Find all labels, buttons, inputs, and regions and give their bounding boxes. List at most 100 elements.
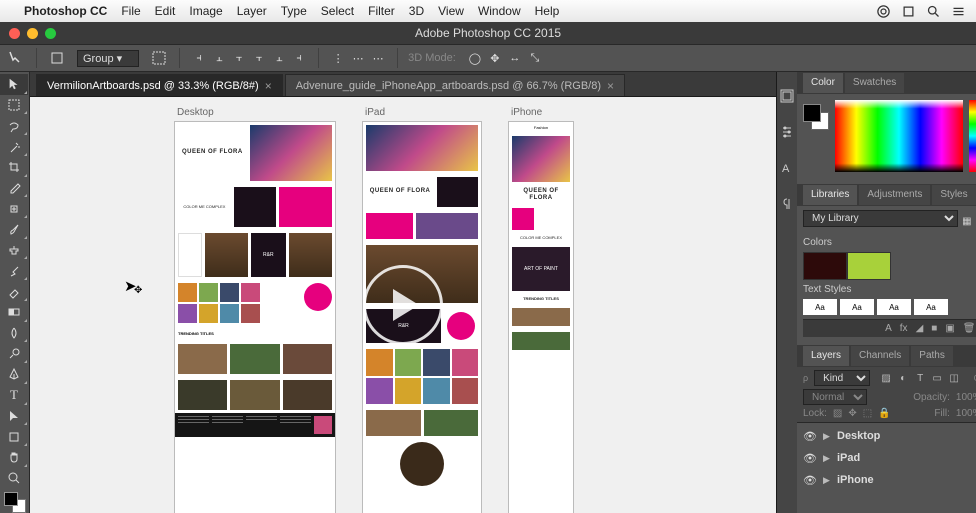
close-tab-icon[interactable]: × — [607, 79, 614, 93]
distribute-3-icon[interactable]: ⋯ — [369, 48, 387, 68]
align-v-center-icon[interactable]: ⫠ — [270, 48, 288, 68]
expand-icon[interactable]: ▶ — [823, 475, 831, 486]
menu-file[interactable]: File — [121, 4, 140, 18]
color-fg-bg-swatches[interactable] — [803, 104, 829, 130]
hand-tool[interactable] — [0, 447, 28, 468]
search-icon[interactable] — [926, 4, 941, 19]
layer-row-desktop[interactable]: 👁 ▶ Desktop — [797, 425, 976, 447]
doc-tab-0[interactable]: VermilionArtboards.psd @ 33.3% (RGB/8#)× — [36, 74, 283, 96]
shape-tool[interactable] — [0, 426, 28, 447]
artboard-iphone[interactable]: Fashion QUEEN OF FLORA COLOR ME COMPLEX … — [509, 122, 573, 513]
align-right-icon[interactable]: ⫟ — [230, 48, 248, 68]
history-brush-tool[interactable] — [0, 260, 28, 281]
align-top-icon[interactable]: ⫟ — [250, 48, 268, 68]
menu-help[interactable]: Help — [535, 4, 560, 18]
lasso-tool[interactable] — [0, 115, 28, 136]
history-panel-icon[interactable] — [777, 86, 797, 106]
artboard-tool-icon[interactable] — [47, 48, 67, 68]
menu-filter[interactable]: Filter — [368, 4, 395, 18]
opacity-value[interactable]: 100% — [956, 392, 976, 403]
text-style-0[interactable]: Aa — [803, 299, 837, 315]
app-menu[interactable]: Photoshop CC — [24, 4, 107, 18]
lock-artboard-icon[interactable]: ⬚ — [863, 408, 872, 419]
swatches-tab[interactable]: Swatches — [845, 73, 904, 93]
notif-icon[interactable] — [901, 4, 916, 19]
menu-type[interactable]: Type — [281, 4, 307, 18]
text-style-3[interactable]: Aa — [914, 299, 948, 315]
align-h-center-icon[interactable]: ⫠ — [210, 48, 228, 68]
zoom-tool[interactable] — [0, 468, 28, 489]
visibility-icon[interactable]: 👁 — [803, 430, 817, 443]
marquee-tool[interactable] — [0, 95, 28, 116]
lib-fx-icon[interactable]: fx — [900, 323, 908, 334]
menu-layer[interactable]: Layer — [237, 4, 267, 18]
menu-window[interactable]: Window — [478, 4, 521, 18]
menu-view[interactable]: View — [438, 4, 464, 18]
visibility-icon[interactable]: 👁 — [803, 452, 817, 465]
properties-panel-icon[interactable] — [777, 122, 797, 142]
color-tab[interactable]: Color — [803, 73, 843, 93]
eraser-tool[interactable] — [0, 281, 28, 302]
eyedropper-tool[interactable] — [0, 178, 28, 199]
hue-slider[interactable] — [969, 100, 976, 172]
stamp-tool[interactable] — [0, 240, 28, 261]
visibility-icon[interactable]: 👁 — [803, 474, 817, 487]
layer-select-mode[interactable]: Group ▾ — [77, 50, 139, 67]
character-panel-icon[interactable]: A — [777, 158, 797, 178]
menu-3d[interactable]: 3D — [409, 4, 424, 18]
orbit-icon[interactable]: ◯ — [466, 48, 484, 68]
grid-view-icon[interactable]: ▦ — [962, 216, 971, 227]
minimize-window-button[interactable] — [27, 28, 38, 39]
text-style-2[interactable]: Aa — [877, 299, 911, 315]
artboard-label[interactable]: iPad — [363, 107, 481, 118]
layer-row-ipad[interactable]: 👁 ▶ iPad — [797, 447, 976, 469]
lib-char-icon[interactable]: A — [885, 323, 892, 334]
layer-filter-kind[interactable]: Kind — [814, 370, 870, 386]
channels-tab[interactable]: Channels — [851, 346, 909, 366]
tool-preset-icon[interactable] — [6, 48, 26, 68]
lib-brush-icon[interactable]: ◢ — [916, 323, 924, 334]
blur-tool[interactable] — [0, 323, 28, 344]
filter-adjust-icon[interactable]: ◐ — [897, 372, 909, 384]
layer-row-iphone[interactable]: 👁 ▶ iPhone — [797, 469, 976, 491]
lib-graphic-icon[interactable]: ▣ — [945, 323, 954, 334]
align-left-icon[interactable]: ⫞ — [190, 48, 208, 68]
close-tab-icon[interactable]: × — [265, 79, 272, 93]
layers-tab[interactable]: Layers — [803, 346, 849, 366]
text-style-1[interactable]: Aa — [840, 299, 874, 315]
menu-edit[interactable]: Edit — [155, 4, 176, 18]
menu-image[interactable]: Image — [189, 4, 222, 18]
libraries-tab[interactable]: Libraries — [803, 185, 857, 205]
filter-smart-icon[interactable]: ◫ — [948, 372, 960, 384]
lib-trash-icon[interactable]: 🗑 — [963, 323, 976, 334]
filter-pixel-icon[interactable]: ▨ — [880, 372, 892, 384]
brush-tool[interactable] — [0, 219, 28, 240]
move-tool[interactable] — [0, 74, 28, 95]
close-window-button[interactable] — [9, 28, 20, 39]
adjustments-tab[interactable]: Adjustments — [859, 185, 930, 205]
pan-icon[interactable]: ✥ — [486, 48, 504, 68]
slide-icon[interactable]: ↔ — [506, 48, 524, 68]
align-bottom-icon[interactable]: ⫞ — [290, 48, 308, 68]
library-select[interactable]: My Library — [803, 210, 958, 227]
heal-tool[interactable] — [0, 198, 28, 219]
cc-icon[interactable] — [876, 4, 891, 19]
path-select-tool[interactable] — [0, 406, 28, 427]
lock-all-icon[interactable]: 🔒 — [878, 408, 890, 419]
show-transform-controls[interactable] — [149, 48, 169, 68]
styles-tab[interactable]: Styles — [932, 185, 975, 205]
artboard-label[interactable]: Desktop — [175, 107, 335, 118]
gradient-tool[interactable] — [0, 302, 28, 323]
filter-shape-icon[interactable]: ▭ — [931, 372, 943, 384]
doc-tab-1[interactable]: Advenure_guide_iPhoneApp_artboards.psd @… — [285, 74, 625, 96]
scale-3d-icon[interactable]: ⤡ — [526, 48, 544, 68]
artboard-desktop[interactable]: QUEEN OF FLORA COLOR ME COMPLEX R&R — [175, 122, 335, 513]
distribute-v-icon[interactable]: ⋯ — [349, 48, 367, 68]
expand-icon[interactable]: ▶ — [823, 431, 831, 442]
menulist-icon[interactable] — [951, 4, 966, 19]
wand-tool[interactable] — [0, 136, 28, 157]
fill-value[interactable]: 100% — [956, 408, 976, 419]
crop-tool[interactable] — [0, 157, 28, 178]
zoom-window-button[interactable] — [45, 28, 56, 39]
library-color-1[interactable] — [847, 252, 891, 280]
